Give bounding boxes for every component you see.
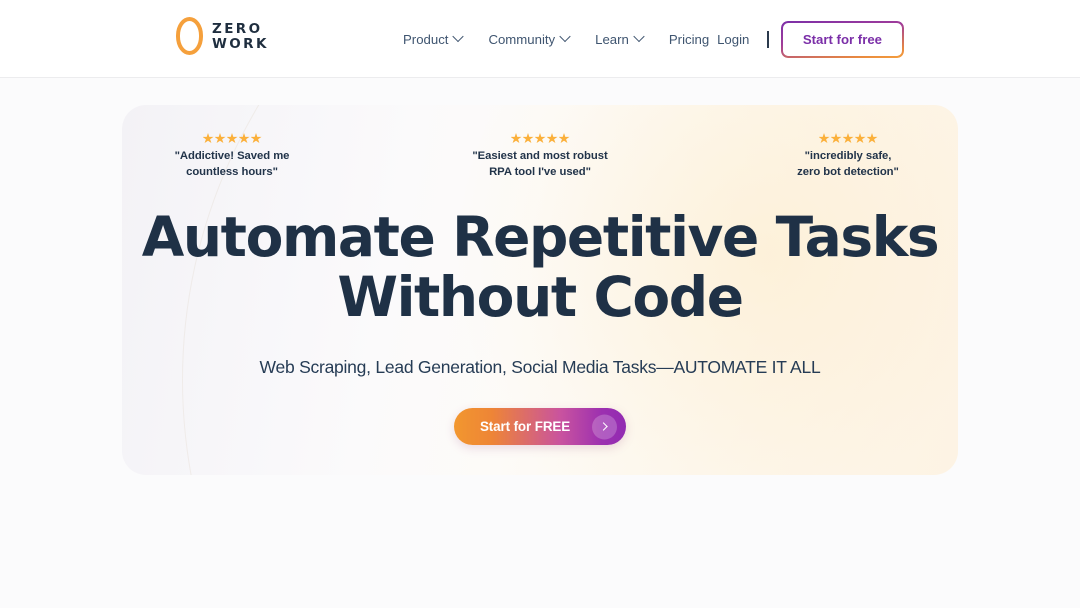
star-icon: [510, 133, 522, 144]
nav-label-community: Community: [488, 31, 556, 47]
star-icon: [226, 133, 238, 144]
chevron-down-icon: [559, 30, 571, 43]
chevron-down-icon: [633, 30, 645, 43]
testimonial-line-1: "incredibly safe,: [804, 150, 892, 162]
star-icon: [214, 133, 226, 144]
star-icon: [534, 133, 546, 144]
testimonial-line-1: "Addictive! Saved me: [174, 150, 290, 162]
testimonial-line-2: countless hours": [186, 165, 278, 178]
nav-label-pricing: Pricing: [668, 31, 710, 47]
testimonial-item: "Easiest and most robust RPA tool I've u…: [434, 133, 646, 180]
start-for-free-button[interactable]: Start for free: [780, 20, 904, 58]
header-divider: [767, 30, 769, 48]
star-icon: [866, 133, 878, 144]
star-icon: [818, 133, 830, 144]
nav-label-learn: Learn: [595, 31, 629, 47]
star-icon: [250, 133, 262, 144]
testimonial-line-2: zero bot detection": [797, 165, 899, 178]
site-header: ZERO WORK Product Community Learn Pricin…: [0, 0, 1080, 78]
headline-line-2: Without Code: [337, 264, 744, 329]
main-navigation: Product Community Learn Pricing: [395, 0, 722, 78]
logo-line-zero: ZERO: [212, 21, 263, 38]
logo-line-work: WORK: [212, 35, 269, 52]
star-icon: [830, 133, 842, 144]
page-subtitle: Web Scraping, Lead Generation, Social Me…: [259, 357, 821, 377]
logo[interactable]: ZERO WORK: [176, 17, 269, 55]
star-icon: [202, 133, 214, 144]
nav-label-product: Product: [403, 31, 449, 47]
nav-item-learn[interactable]: Learn: [582, 24, 656, 55]
chevron-down-icon: [452, 30, 465, 43]
testimonial-item: "incredibly safe, zero bot detection": [742, 133, 954, 180]
star-icon: [558, 133, 570, 144]
testimonial-line-2: RPA tool I've used": [489, 165, 591, 178]
page-title: Automate Repetitive Tasks Without Code: [122, 205, 958, 329]
star-icon: [546, 133, 558, 144]
header-actions: Login Start for free: [713, 0, 904, 78]
headline-line-1: Automate Repetitive Tasks: [141, 205, 940, 269]
login-link[interactable]: Login: [713, 26, 753, 53]
nav-item-product[interactable]: Product: [395, 24, 475, 55]
star-icon: [522, 133, 534, 144]
testimonial-line-1: "Easiest and most robust: [472, 150, 608, 162]
hero-section: "Addictive! Saved me countless hours" "E…: [0, 78, 1080, 608]
zerowork-oval-logo-icon: [176, 17, 203, 55]
nav-item-community[interactable]: Community: [475, 24, 582, 55]
star-icon: [842, 133, 854, 144]
start-for-free-cta-button[interactable]: Start for FREE: [454, 408, 626, 445]
star-rating: [126, 133, 338, 144]
cta-label: Start for FREE: [479, 419, 571, 434]
star-icon: [854, 133, 866, 144]
cta-row: Start for FREE: [122, 408, 958, 445]
hero-panel: "Addictive! Saved me countless hours" "E…: [122, 105, 958, 475]
hero-content: "Addictive! Saved me countless hours" "E…: [122, 105, 958, 475]
chevron-right-icon: [592, 414, 617, 439]
landing-page: ZERO WORK Product Community Learn Pricin…: [0, 0, 1080, 608]
star-icon: [238, 133, 250, 144]
testimonial-row: "Addictive! Saved me countless hours" "E…: [122, 133, 958, 180]
logo-wordmark: ZERO WORK: [212, 21, 269, 51]
testimonial-item: "Addictive! Saved me countless hours": [126, 133, 338, 180]
star-rating: [742, 133, 954, 144]
star-rating: [434, 133, 646, 144]
